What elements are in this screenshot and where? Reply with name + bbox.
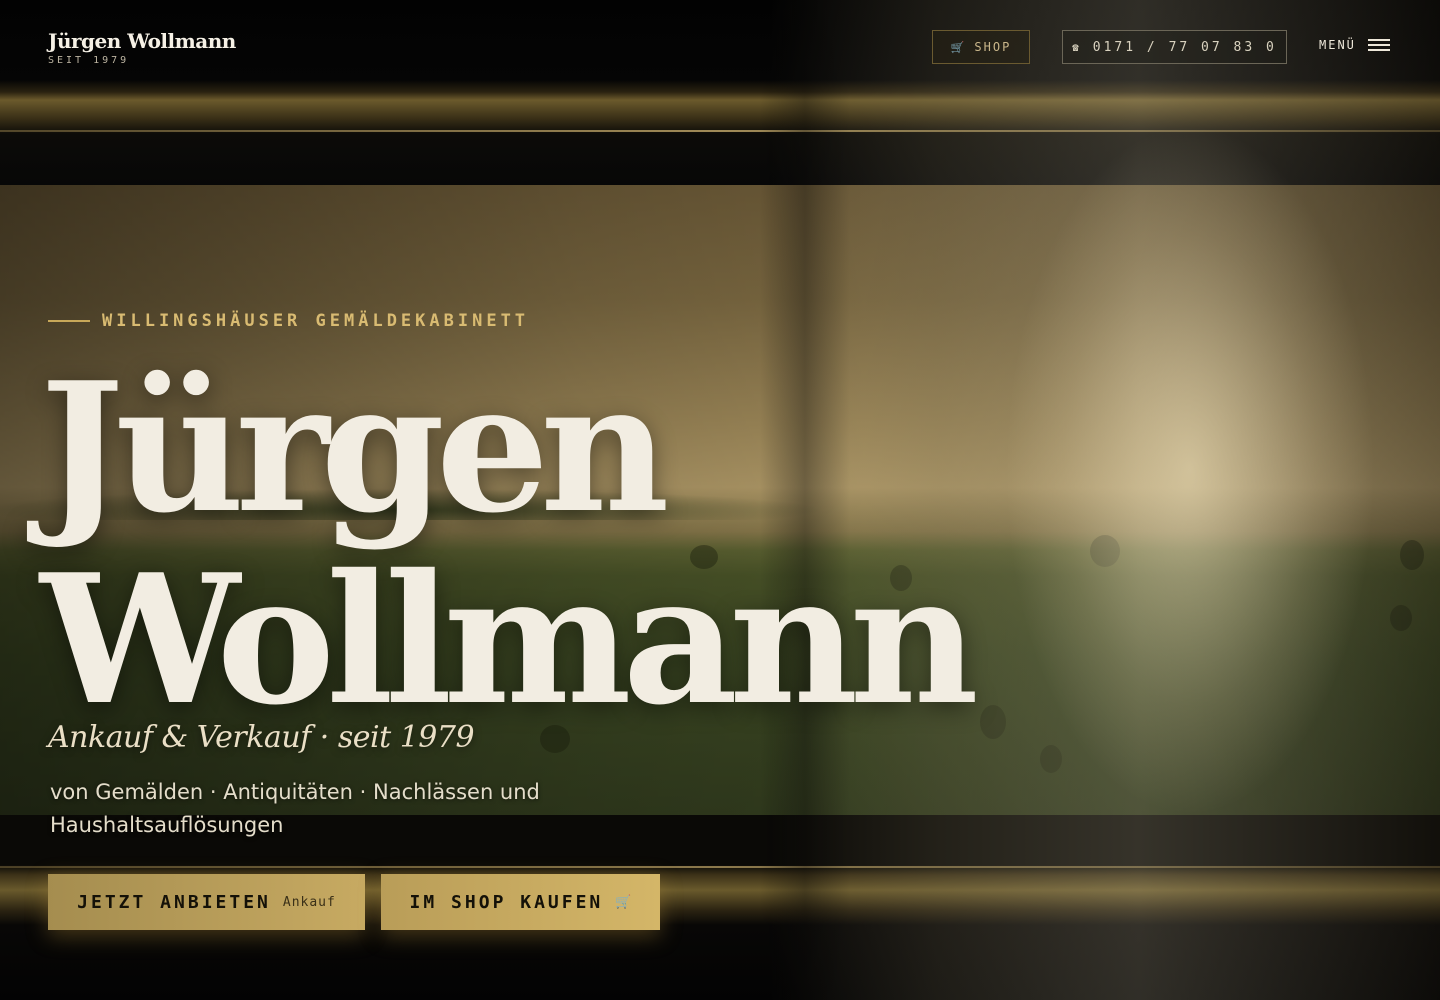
hero-title: Jürgen Wollmann <box>40 343 979 744</box>
logo-name: Jürgen Wollmann <box>48 29 236 53</box>
shop-buy-label: IM SHOP KAUFEN <box>409 891 604 913</box>
shop-button-label: SHOP <box>974 40 1012 54</box>
hero-eyebrow: WILLINGSHÄUSER GEMÄLDEKABINETT <box>48 311 529 331</box>
hero-tagline: Ankauf & Verkauf · seit 1979 <box>48 720 475 755</box>
logo-tagline: SEIT 1979 <box>48 55 130 66</box>
hero-description: von Gemälden · Antiquitäten · Nachlässen… <box>50 780 540 837</box>
site-header: Jürgen Wollmann SEIT 1979 🛒 SHOP ☎ 0171 … <box>0 0 1440 84</box>
eyebrow-rule <box>48 320 90 322</box>
offer-now-button[interactable]: JETZT ANBIETEN Ankauf <box>48 874 365 930</box>
menu-label: MENÜ <box>1319 38 1356 52</box>
eyebrow-text: WILLINGSHÄUSER GEMÄLDEKABINETT <box>102 311 530 331</box>
hamburger-icon <box>1367 39 1390 51</box>
menu-button[interactable]: MENÜ <box>1319 38 1390 52</box>
offer-now-label: JETZT ANBIETEN <box>77 891 271 913</box>
offer-now-sublabel: Ankauf <box>282 894 336 910</box>
cart-icon: 🛒 <box>950 40 965 54</box>
cart-icon: 🛒 <box>615 894 632 910</box>
site-logo[interactable]: Jürgen Wollmann SEIT 1979 <box>48 29 236 66</box>
hero-title-line2: Wollmann <box>40 535 979 744</box>
shop-buy-button[interactable]: IM SHOP KAUFEN 🛒 <box>381 874 660 930</box>
hero-title-line1: Jürgen <box>40 343 670 552</box>
phone-icon: ☎ <box>1072 40 1079 54</box>
phone-number: 0171 / 77 07 83 0 <box>1092 39 1277 55</box>
shop-button[interactable]: 🛒 SHOP <box>932 30 1030 64</box>
phone-button[interactable]: ☎ 0171 / 77 07 83 0 <box>1062 30 1287 64</box>
